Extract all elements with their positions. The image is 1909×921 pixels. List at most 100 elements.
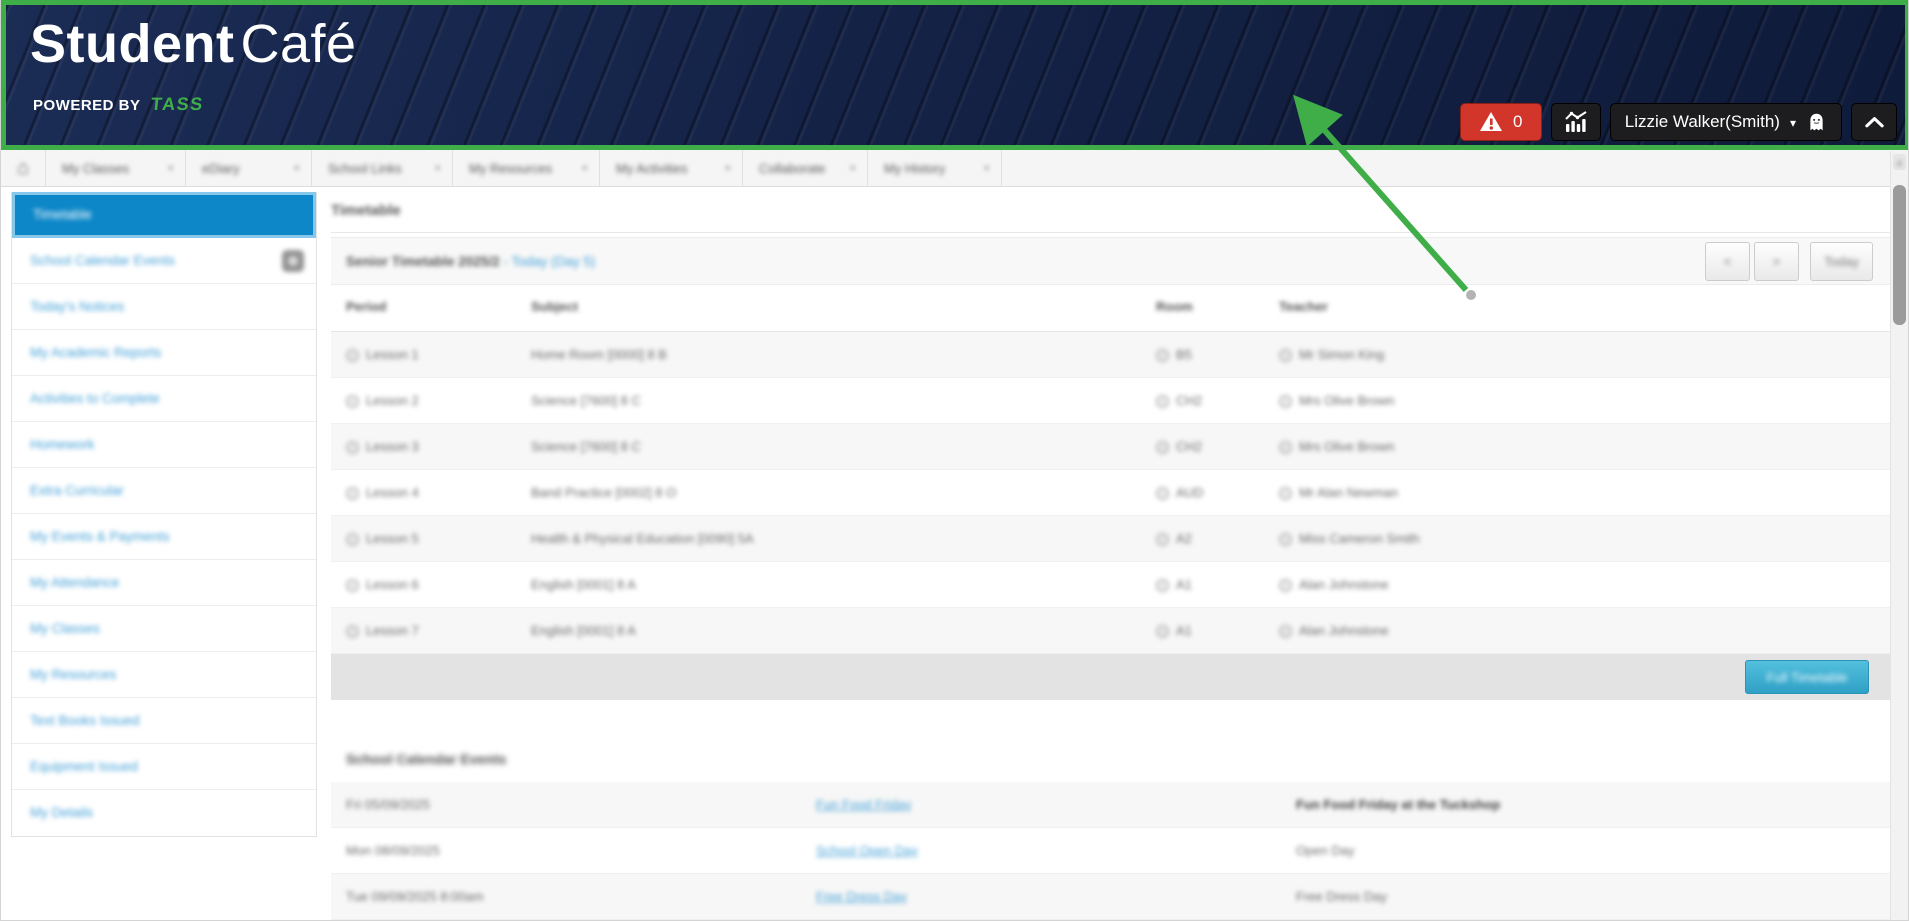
room-icon	[1156, 625, 1169, 638]
sidebar-item-my-attendance[interactable]: My Attendance	[12, 560, 316, 606]
timetable-row-6[interactable]: Lesson 6 English [0001] 8 A A1 Alan John…	[331, 562, 1891, 608]
main-navbar: ⌂ My Classes▾ eDiary▾ School Links▾ My R…	[1, 150, 1909, 187]
chevron-down-icon: ▾	[435, 163, 440, 174]
calendar-event-row-3: Tue 09/09/2025 8:00am Free Dress Day Fre…	[331, 874, 1891, 920]
page-title: Timetable	[331, 194, 1891, 233]
timetable-row-1[interactable]: Lesson 1 Home Room [0000] 8 B B5 Mr Simo…	[331, 332, 1891, 378]
nav-item-ediary[interactable]: eDiary▾	[186, 150, 312, 186]
event-date: Tue 09/09/2025 8:00am	[346, 874, 484, 920]
sidebar-item-todays-notices[interactable]: Today's Notices	[12, 284, 316, 330]
timetable-row-2[interactable]: Lesson 2 Science [7600] 8 C CH2 Mrs Oliv…	[331, 378, 1891, 424]
chevron-down-icon: ▾	[294, 163, 299, 174]
teacher-icon	[1279, 533, 1292, 546]
event-link[interactable]: School Open Day	[816, 828, 918, 874]
event-description: Open Day	[1296, 828, 1355, 874]
calendar-event-row-1: Fri 05/09/2025 Fun Food Friday Fun Food …	[331, 782, 1891, 828]
vertical-scrollbar[interactable]: ▲	[1890, 151, 1908, 921]
column-header-room: Room	[1156, 285, 1193, 329]
sidebar-item-school-calendar-events[interactable]: School Calendar Events	[12, 238, 316, 284]
powered-by: POWERED BY TASS	[33, 94, 204, 115]
chart-icon	[1564, 110, 1588, 134]
chevron-down-icon: ▾	[1790, 116, 1796, 130]
sidebar-item-text-books-issued[interactable]: Text Books Issued	[12, 698, 316, 744]
room-icon	[1156, 441, 1169, 454]
main-content: Timetable Senior Timetable 2025/2 - Toda…	[331, 186, 1891, 921]
sidebar-item-timetable[interactable]: Timetable	[12, 192, 316, 238]
nav-item-collaborate[interactable]: Collaborate▾	[743, 150, 868, 186]
room-icon	[1156, 487, 1169, 500]
calendar-badge-icon	[282, 250, 304, 272]
room-icon	[1156, 533, 1169, 546]
alert-count: 0	[1513, 112, 1522, 132]
sidebar-item-my-resources[interactable]: My Resources	[12, 652, 316, 698]
nav-item-school-links[interactable]: School Links▾	[312, 150, 453, 186]
header-actions: 0 Lizzie Walker(Smith) ▾	[1460, 102, 1897, 142]
clock-icon	[346, 395, 359, 408]
event-link[interactable]: Fun Food Friday	[816, 782, 911, 828]
chevron-down-icon: ▾	[582, 163, 587, 174]
logo-text-light: Café	[240, 14, 356, 74]
collapse-header-button[interactable]	[1851, 103, 1897, 141]
clock-icon	[346, 533, 359, 546]
clock-icon	[346, 441, 359, 454]
teacher-icon	[1279, 579, 1292, 592]
sidebar-item-equipment-issued[interactable]: Equipment Issued	[12, 744, 316, 790]
teacher-icon	[1279, 625, 1292, 638]
room-icon	[1156, 395, 1169, 408]
analytics-button[interactable]	[1551, 103, 1601, 141]
timetable-row-7[interactable]: Lesson 7 English [0001] 8 A A1 Alan John…	[331, 608, 1891, 654]
prev-day-button[interactable]: <	[1705, 242, 1750, 281]
today-button[interactable]: Today	[1810, 242, 1873, 281]
clock-icon	[346, 487, 359, 500]
sidebar-item-my-academic-reports[interactable]: My Academic Reports	[12, 330, 316, 376]
home-button[interactable]: ⌂	[1, 150, 46, 186]
teacher-icon	[1279, 395, 1292, 408]
sidebar-item-my-classes[interactable]: My Classes	[12, 606, 316, 652]
teacher-icon	[1279, 441, 1292, 454]
nav-item-my-activities[interactable]: My Activities▾	[600, 150, 743, 186]
timetable-row-3[interactable]: Lesson 3 Science [7600] 8 C CH2 Mrs Oliv…	[331, 424, 1891, 470]
ghost-icon	[1806, 112, 1827, 133]
sidebar-item-homework[interactable]: Homework	[12, 422, 316, 468]
clock-icon	[346, 349, 359, 362]
column-header-subject: Subject	[531, 285, 578, 329]
clock-icon	[346, 579, 359, 592]
chevron-down-icon: ▾	[725, 163, 730, 174]
user-menu-button[interactable]: Lizzie Walker(Smith) ▾	[1610, 103, 1842, 141]
alerts-button[interactable]: 0	[1460, 103, 1542, 141]
next-day-button[interactable]: >	[1754, 242, 1799, 281]
event-link[interactable]: Free Dress Day	[816, 874, 907, 920]
nav-item-my-classes[interactable]: My Classes▾	[46, 150, 186, 186]
user-name: Lizzie Walker(Smith)	[1625, 112, 1780, 132]
scroll-up-arrow-icon[interactable]: ▲	[1893, 154, 1906, 170]
sidebar-item-my-details[interactable]: My Details	[12, 790, 316, 836]
nav-item-my-resources[interactable]: My Resources▾	[453, 150, 600, 186]
timetable-section-header: Senior Timetable 2025/2 - Today (Day 5) …	[331, 237, 1891, 285]
event-description: Free Dress Day	[1296, 874, 1387, 920]
sidebar-item-extra-curricular[interactable]: Extra Curricular	[12, 468, 316, 514]
full-timetable-button[interactable]: Full Timetable	[1745, 660, 1869, 694]
logo-text-bold: Student	[30, 14, 234, 74]
powered-by-label: POWERED BY	[33, 97, 140, 114]
app-header: StudentCafé POWERED BY TASS 0 Lizzie Wal…	[1, 0, 1909, 150]
warning-triangle-icon	[1479, 110, 1503, 134]
chevron-up-icon	[1863, 111, 1886, 134]
tass-brand-logo: TASS	[150, 94, 205, 115]
timetable-day-nav: < > Today	[1705, 242, 1873, 281]
timetable-row-5[interactable]: Lesson 5 Health & Physical Education [00…	[331, 516, 1891, 562]
room-icon	[1156, 349, 1169, 362]
chevron-down-icon: ▾	[850, 163, 855, 174]
timetable-title: Senior Timetable 2025/2 - Today (Day 5)	[346, 238, 595, 286]
clock-icon	[346, 625, 359, 638]
column-header-teacher: Teacher	[1279, 285, 1328, 329]
sidebar-item-my-events-payments[interactable]: My Events & Payments	[12, 514, 316, 560]
nav-item-my-history[interactable]: My History▾	[868, 150, 1002, 186]
teacher-icon	[1279, 349, 1292, 362]
sidebar-item-activities-to-complete[interactable]: Activities to Complete	[12, 376, 316, 422]
event-description: Fun Food Friday at the Tuckshop	[1296, 782, 1500, 828]
event-date: Fri 05/09/2025	[346, 782, 430, 828]
timetable-row-4[interactable]: Lesson 4 Band Practice [0002] 8 O AUD Mr…	[331, 470, 1891, 516]
teacher-icon	[1279, 487, 1292, 500]
chevron-down-icon: ▾	[984, 163, 989, 174]
scrollbar-thumb[interactable]	[1893, 185, 1906, 325]
